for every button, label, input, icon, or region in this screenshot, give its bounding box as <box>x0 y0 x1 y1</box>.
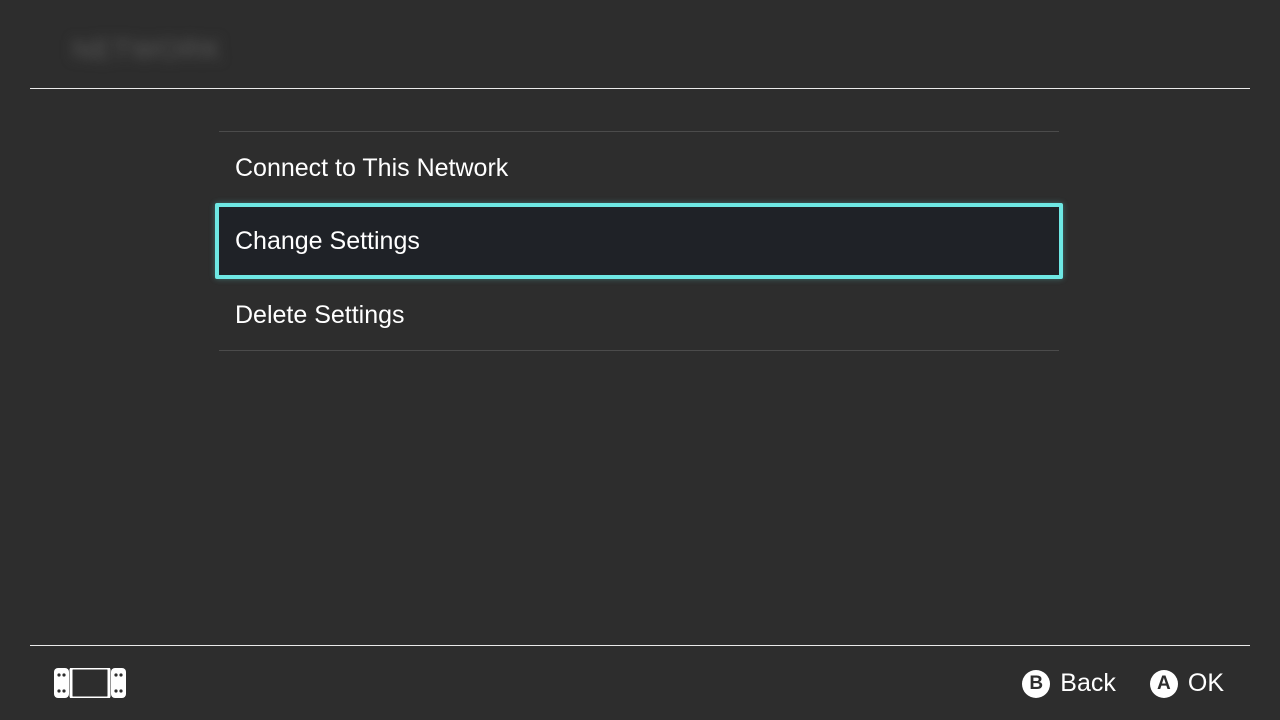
b-button-icon: B <box>1022 670 1050 698</box>
menu-item-delete-settings[interactable]: Delete Settings <box>219 279 1059 351</box>
header: NETWORK <box>0 0 1280 88</box>
a-button-icon: A <box>1150 670 1178 698</box>
network-menu: Connect to This Network Change Settings … <box>219 131 1059 351</box>
hint-back-label: Back <box>1060 669 1116 698</box>
menu-item-label: Connect to This Network <box>235 154 508 182</box>
hint-ok[interactable]: A OK <box>1150 669 1224 698</box>
controller-icon <box>54 668 126 698</box>
footer: B Back A OK <box>0 646 1280 720</box>
menu-item-label: Delete Settings <box>235 301 405 329</box>
hint-ok-label: OK <box>1188 669 1224 698</box>
menu-item-connect[interactable]: Connect to This Network <box>219 131 1059 203</box>
menu-item-change-settings[interactable]: Change Settings <box>215 203 1063 279</box>
menu-item-label: Change Settings <box>235 227 420 255</box>
button-hints: B Back A OK <box>1022 669 1224 698</box>
divider-top <box>30 88 1250 89</box>
page-title: NETWORK <box>72 34 232 74</box>
hint-back[interactable]: B Back <box>1022 669 1116 698</box>
